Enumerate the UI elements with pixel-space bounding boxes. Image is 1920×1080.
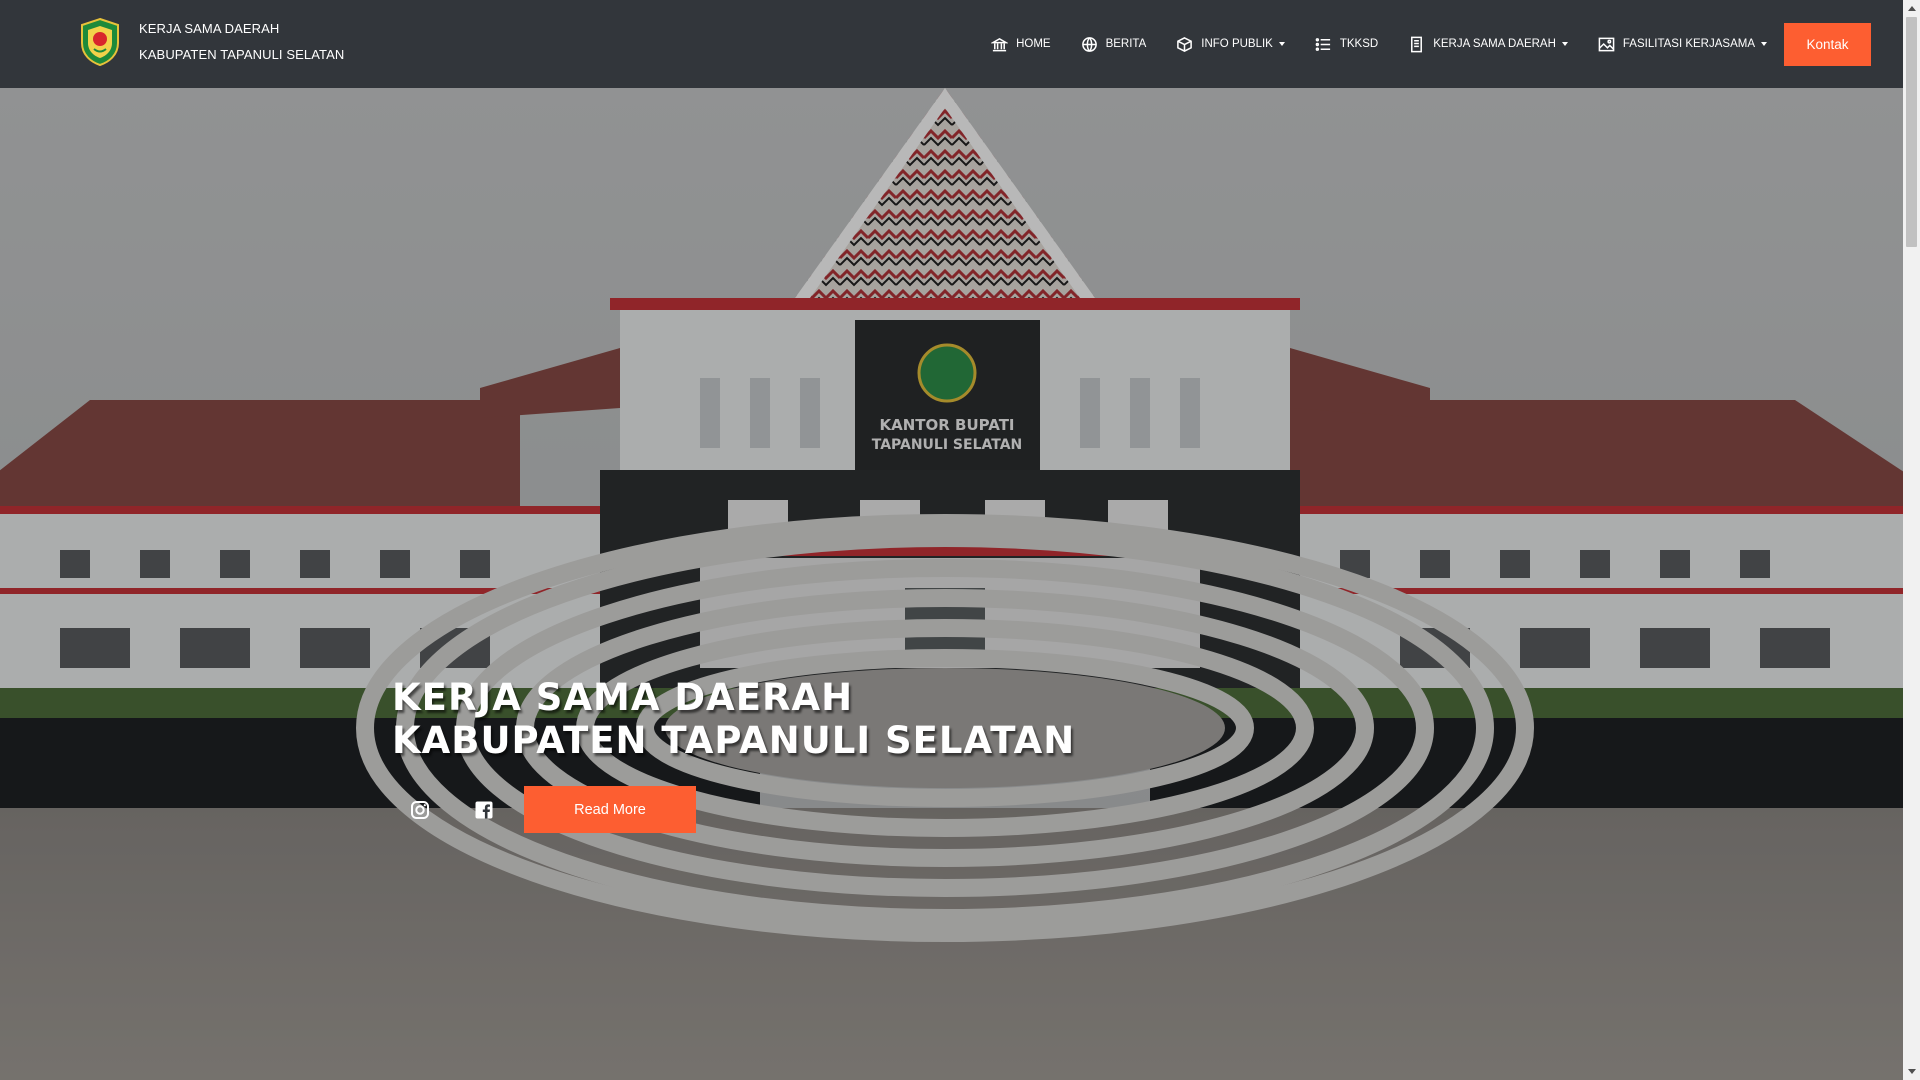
nav-item-fasilitasi-kerjasama[interactable]: FASILITASI KERJASAMA [1598,36,1767,53]
kontak-button[interactable]: Kontak [1784,23,1871,66]
triangle-down-icon [1907,1069,1916,1074]
facebook-link[interactable] [456,787,512,833]
globe-icon [1081,36,1097,52]
triangle-up-icon [1907,6,1916,11]
instagram-icon [411,800,429,819]
regency-emblem-icon [81,17,119,67]
nav-item-berita[interactable]: BERITA [1081,36,1147,53]
bank-icon [991,37,1009,51]
brand[interactable]: KERJA SAMA DAERAH KABUPATEN TAPANULI SEL… [78,16,344,68]
chevron-down-icon [1561,42,1568,46]
nav-label-home: HOME [1016,38,1051,50]
nav-item-tkksd[interactable]: TKKSD [1315,36,1378,53]
vertical-scrollbar[interactable] [1903,0,1920,1080]
hero-dark-overlay [0,88,1903,1080]
list-icon [1315,37,1330,51]
brand-line-2: KABUPATEN TAPANULI SELATAN [139,47,345,62]
hero-title: KERJA SAMA DAERAH KABUPATEN TAPANULI SEL… [392,676,1075,762]
nav-item-kerja-sama-daerah[interactable]: KERJA SAMA DAERAH [1408,36,1568,53]
scroll-up-arrow[interactable] [1903,0,1920,17]
document-icon [1411,36,1423,52]
read-more-button[interactable]: Read More [524,786,696,833]
chevron-down-icon [1278,42,1285,46]
facebook-icon [475,801,493,818]
scroll-down-arrow[interactable] [1903,1063,1920,1080]
scrollbar-thumb[interactable] [1906,17,1917,247]
instagram-link[interactable] [392,787,448,833]
nav-item-info-publik[interactable]: INFO PUBLIK [1176,36,1285,53]
hero-title-line-1: KERJA SAMA DAERAH [392,676,854,719]
top-navbar: KERJA SAMA DAERAH KABUPATEN TAPANULI SEL… [0,0,1903,88]
hero-title-line-2: KABUPATEN TAPANULI SELATAN [392,719,1076,762]
brand-line-1: KERJA SAMA DAERAH [139,21,280,36]
hero-actions: Read More [392,786,696,833]
nav-label-kerja-sama-daerah: KERJA SAMA DAERAH [1433,38,1556,50]
image-icon [1598,37,1615,51]
nav-label-tkksd: TKKSD [1339,38,1379,50]
main-nav: HOME BERITA INFO PUBLIK TKKSD KERJA SAMA… [991,0,1767,88]
brand-text: KERJA SAMA DAERAH KABUPATEN TAPANULI SEL… [139,16,344,68]
box-icon [1177,36,1193,52]
chevron-down-icon [1761,42,1767,46]
nav-label-fasilitasi-kerjasama: FASILITASI KERJASAMA [1622,38,1755,50]
nav-label-info-publik: INFO PUBLIK [1201,38,1273,50]
nav-label-berita: BERITA [1105,38,1147,50]
hero-section: KANTOR BUPATI TAPANULI SELATAN KERJA SAM… [0,88,1903,1080]
nav-item-home[interactable]: HOME [991,36,1051,53]
